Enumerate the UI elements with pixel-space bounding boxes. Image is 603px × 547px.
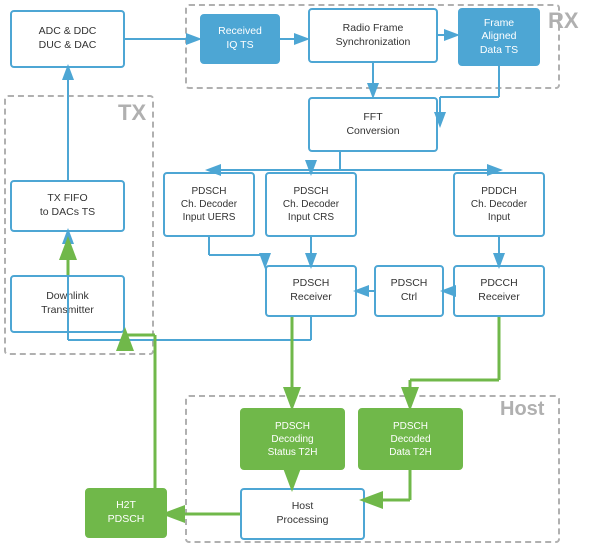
pdsch-receiver-block: PDSCHReceiver [265,265,357,317]
received-iq-block: ReceivedIQ TS [200,14,280,64]
host-label: Host [500,398,544,421]
pdsch-ctrl-block: PDSCHCtrl [374,265,444,317]
pddch-decoder-block: PDDCHCh. DecoderInput [453,172,545,237]
pdsch-decoded-data-block: PDSCHDecodedData T2H [358,408,463,470]
tx-label: TX [118,100,146,126]
rx-label: RX [548,8,579,34]
h2t-pdsch-block: H2TPDSCH [85,488,167,538]
pdsch-decoder-crs-block: PDSCHCh. DecoderInput CRS [265,172,357,237]
pdsch-decoder-uers-block: PDSCHCh. DecoderInput UERS [163,172,255,237]
radio-frame-sync-block: Radio FrameSynchronization [308,8,438,63]
adc-ddc-block: ADC & DDCDUC & DAC [10,10,125,68]
downlink-tx-block: DownlinkTransmitter [10,275,125,333]
pdcch-receiver-block: PDCCHReceiver [453,265,545,317]
fft-conversion-block: FFTConversion [308,97,438,152]
tx-fifo-block: TX FIFOto DACs TS [10,180,125,232]
signal-diagram: RX TX Host ADC & DDCDUC & DAC ReceivedIQ… [0,0,603,547]
host-processing-block: HostProcessing [240,488,365,540]
pdsch-decoding-status-block: PDSCHDecodingStatus T2H [240,408,345,470]
frame-aligned-block: FrameAlignedData TS [458,8,540,66]
